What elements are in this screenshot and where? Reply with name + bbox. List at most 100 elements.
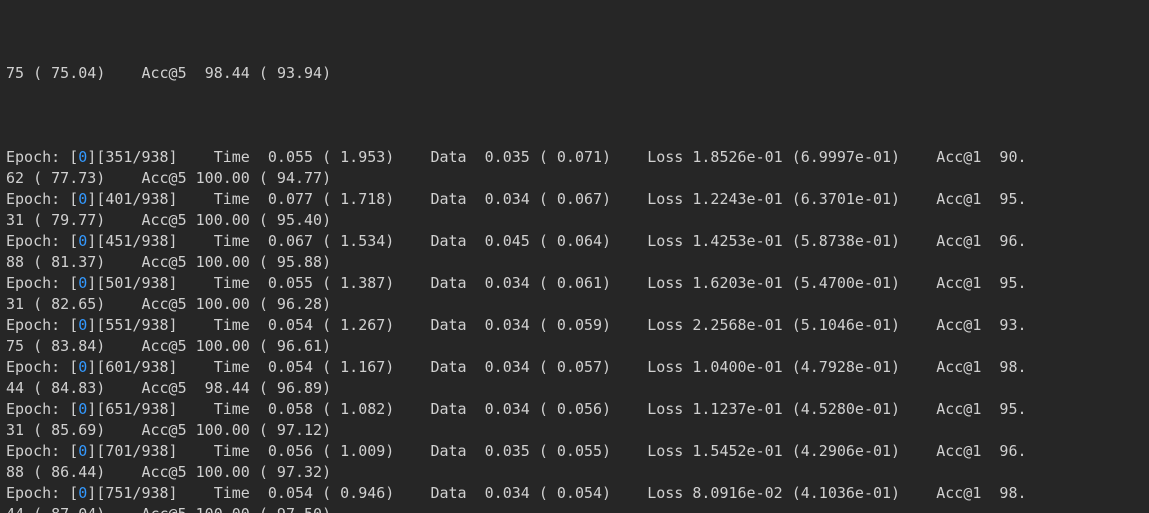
data-label: Data [430, 484, 466, 502]
time-label: Time [214, 442, 250, 460]
log-row-wrap: 88 ( 81.37) Acc@5 100.00 ( 95.88) [6, 252, 1143, 273]
acc1-label: Acc@1 [936, 400, 981, 418]
bracket-open: [ [69, 316, 78, 334]
loss-value: 1.6203e-01 (5.4700e-01) [683, 274, 900, 292]
bracket-close: ] [87, 190, 96, 208]
bracket-close: ] [87, 148, 96, 166]
acc5-label: Acc@5 [141, 337, 186, 355]
loss-label: Loss [647, 316, 683, 334]
loss-value: 1.5452e-01 (4.2906e-01) [683, 442, 900, 460]
loss-value: 1.0400e-01 (4.7928e-01) [683, 358, 900, 376]
acc5-value: 100.00 ( 95.40) [187, 211, 332, 229]
acc5-value: 100.00 ( 97.50) [187, 505, 332, 513]
acc1-label: Acc@1 [936, 190, 981, 208]
acc1-label: Acc@1 [936, 232, 981, 250]
data-label: Data [430, 232, 466, 250]
time-value: 0.055 ( 1.953) [250, 148, 395, 166]
acc1-avg: ( 85.69) [24, 421, 105, 439]
loss-label: Loss [647, 358, 683, 376]
time-label: Time [214, 316, 250, 334]
acc1-avg: ( 83.84) [24, 337, 105, 355]
acc1-whole: 90. [981, 148, 1026, 166]
acc1-label: Acc@1 [936, 316, 981, 334]
data-value: 0.035 ( 0.055) [467, 442, 612, 460]
loss-value: 1.4253e-01 (5.8738e-01) [683, 232, 900, 250]
log-row: Epoch: [0][401/938] Time 0.077 ( 1.718) … [6, 189, 1143, 210]
acc1-whole: 95. [981, 190, 1026, 208]
log-row-wrap: 31 ( 79.77) Acc@5 100.00 ( 95.40) [6, 210, 1143, 231]
log-row-wrap: 75 ( 83.84) Acc@5 100.00 ( 96.61) [6, 336, 1143, 357]
bracket-open: [ [69, 484, 78, 502]
epoch-index: 0 [78, 148, 87, 166]
time-value: 0.054 ( 1.267) [250, 316, 395, 334]
data-value: 0.034 ( 0.056) [467, 400, 612, 418]
time-value: 0.077 ( 1.718) [250, 190, 395, 208]
loss-value: 1.2243e-01 (6.3701e-01) [683, 190, 900, 208]
bracket-open: [ [69, 232, 78, 250]
log-row: Epoch: [0][751/938] Time 0.054 ( 0.946) … [6, 483, 1143, 504]
epoch-index: 0 [78, 400, 87, 418]
acc1-whole: 93. [981, 316, 1026, 334]
acc5-label: Acc@5 [141, 379, 186, 397]
loss-value: 1.1237e-01 (4.5280e-01) [683, 400, 900, 418]
data-label: Data [430, 442, 466, 460]
epoch-label: Epoch: [6, 400, 69, 418]
bracket-close: ] [87, 316, 96, 334]
bracket-open: [ [69, 190, 78, 208]
data-label: Data [430, 316, 466, 334]
acc1-avg: ( 81.37) [24, 253, 105, 271]
bracket-close: ] [87, 358, 96, 376]
log-row-wrap: 62 ( 77.73) Acc@5 100.00 ( 94.77) [6, 168, 1143, 189]
log-row-wrap: 31 ( 82.65) Acc@5 100.00 ( 96.28) [6, 294, 1143, 315]
bracket-open: [ [69, 148, 78, 166]
epoch-label: Epoch: [6, 190, 69, 208]
iter-progress: [401/938] [96, 190, 177, 208]
data-value: 0.034 ( 0.059) [467, 316, 612, 334]
time-label: Time [214, 484, 250, 502]
time-value: 0.056 ( 1.009) [250, 442, 395, 460]
loss-label: Loss [647, 400, 683, 418]
data-label: Data [430, 358, 466, 376]
acc1-avg: ( 82.65) [24, 295, 105, 313]
acc1-label: Acc@1 [936, 274, 981, 292]
time-value: 0.058 ( 1.082) [250, 400, 395, 418]
acc5-label: Acc@5 [141, 253, 186, 271]
acc1-avg: ( 79.77) [24, 211, 105, 229]
epoch-index: 0 [78, 274, 87, 292]
time-value: 0.054 ( 0.946) [250, 484, 395, 502]
epoch-index: 0 [78, 484, 87, 502]
log-row: Epoch: [0][551/938] Time 0.054 ( 1.267) … [6, 315, 1143, 336]
acc5-label: Acc@5 [141, 505, 186, 513]
log-row: Epoch: [0][501/938] Time 0.055 ( 1.387) … [6, 273, 1143, 294]
log-row-wrap: 31 ( 85.69) Acc@5 100.00 ( 97.12) [6, 420, 1143, 441]
data-label: Data [430, 400, 466, 418]
acc5-value: 100.00 ( 96.28) [187, 295, 332, 313]
iter-progress: [551/938] [96, 316, 177, 334]
data-label: Data [430, 190, 466, 208]
epoch-index: 0 [78, 316, 87, 334]
log-row-wrap: 88 ( 86.44) Acc@5 100.00 ( 97.32) [6, 462, 1143, 483]
loss-value: 2.2568e-01 (5.1046e-01) [683, 316, 900, 334]
loss-label: Loss [647, 274, 683, 292]
epoch-index: 0 [78, 358, 87, 376]
data-value: 0.045 ( 0.064) [467, 232, 612, 250]
time-label: Time [214, 274, 250, 292]
data-label: Data [430, 148, 466, 166]
acc1-label: Acc@1 [936, 484, 981, 502]
acc5-label: Acc@5 [141, 295, 186, 313]
acc1-frac: 44 [6, 379, 24, 397]
bracket-close: ] [87, 442, 96, 460]
acc1-avg: ( 77.73) [24, 169, 105, 187]
log-row: Epoch: [0][651/938] Time 0.058 ( 1.082) … [6, 399, 1143, 420]
epoch-label: Epoch: [6, 358, 69, 376]
bracket-close: ] [87, 274, 96, 292]
acc1-label: Acc@1 [936, 442, 981, 460]
epoch-label: Epoch: [6, 274, 69, 292]
acc1-cur: 75 [6, 64, 24, 82]
acc1-whole: 96. [981, 442, 1026, 460]
loss-value: 8.0916e-02 (4.1036e-01) [683, 484, 900, 502]
acc1-whole: 95. [981, 400, 1026, 418]
data-value: 0.034 ( 0.057) [467, 358, 612, 376]
time-label: Time [214, 232, 250, 250]
bracket-open: [ [69, 274, 78, 292]
